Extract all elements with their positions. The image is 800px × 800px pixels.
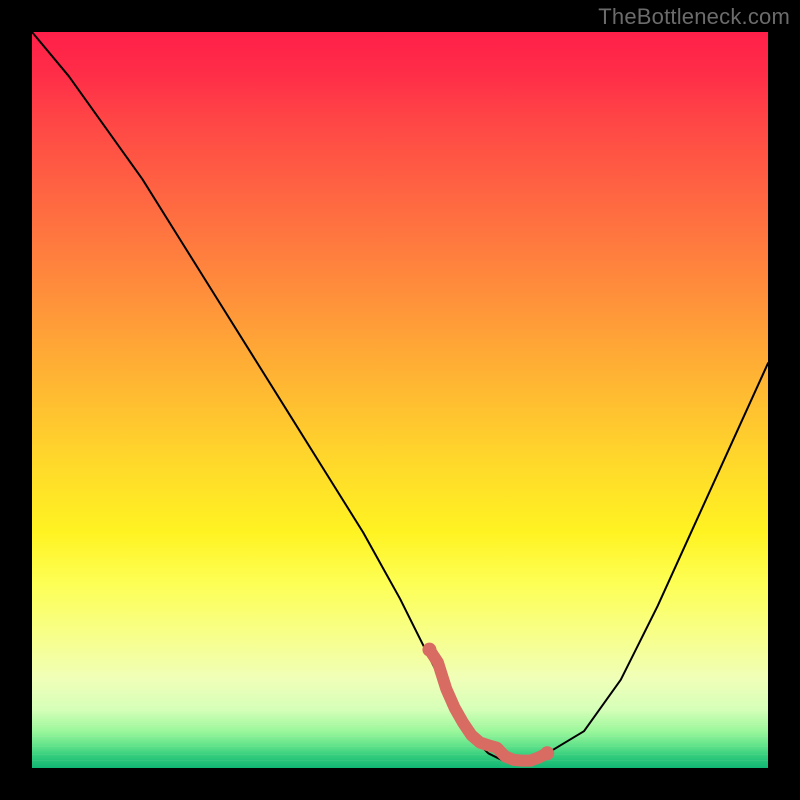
chart-frame: TheBottleneck.com (0, 0, 800, 800)
watermark-text: TheBottleneck.com (598, 4, 790, 30)
accent-dot-left (422, 643, 436, 657)
main-curve-path (32, 32, 768, 761)
accent-dot-right (540, 746, 554, 760)
curve-svg (32, 32, 768, 768)
plot-area (32, 32, 768, 768)
accent-curve-path (429, 650, 547, 761)
